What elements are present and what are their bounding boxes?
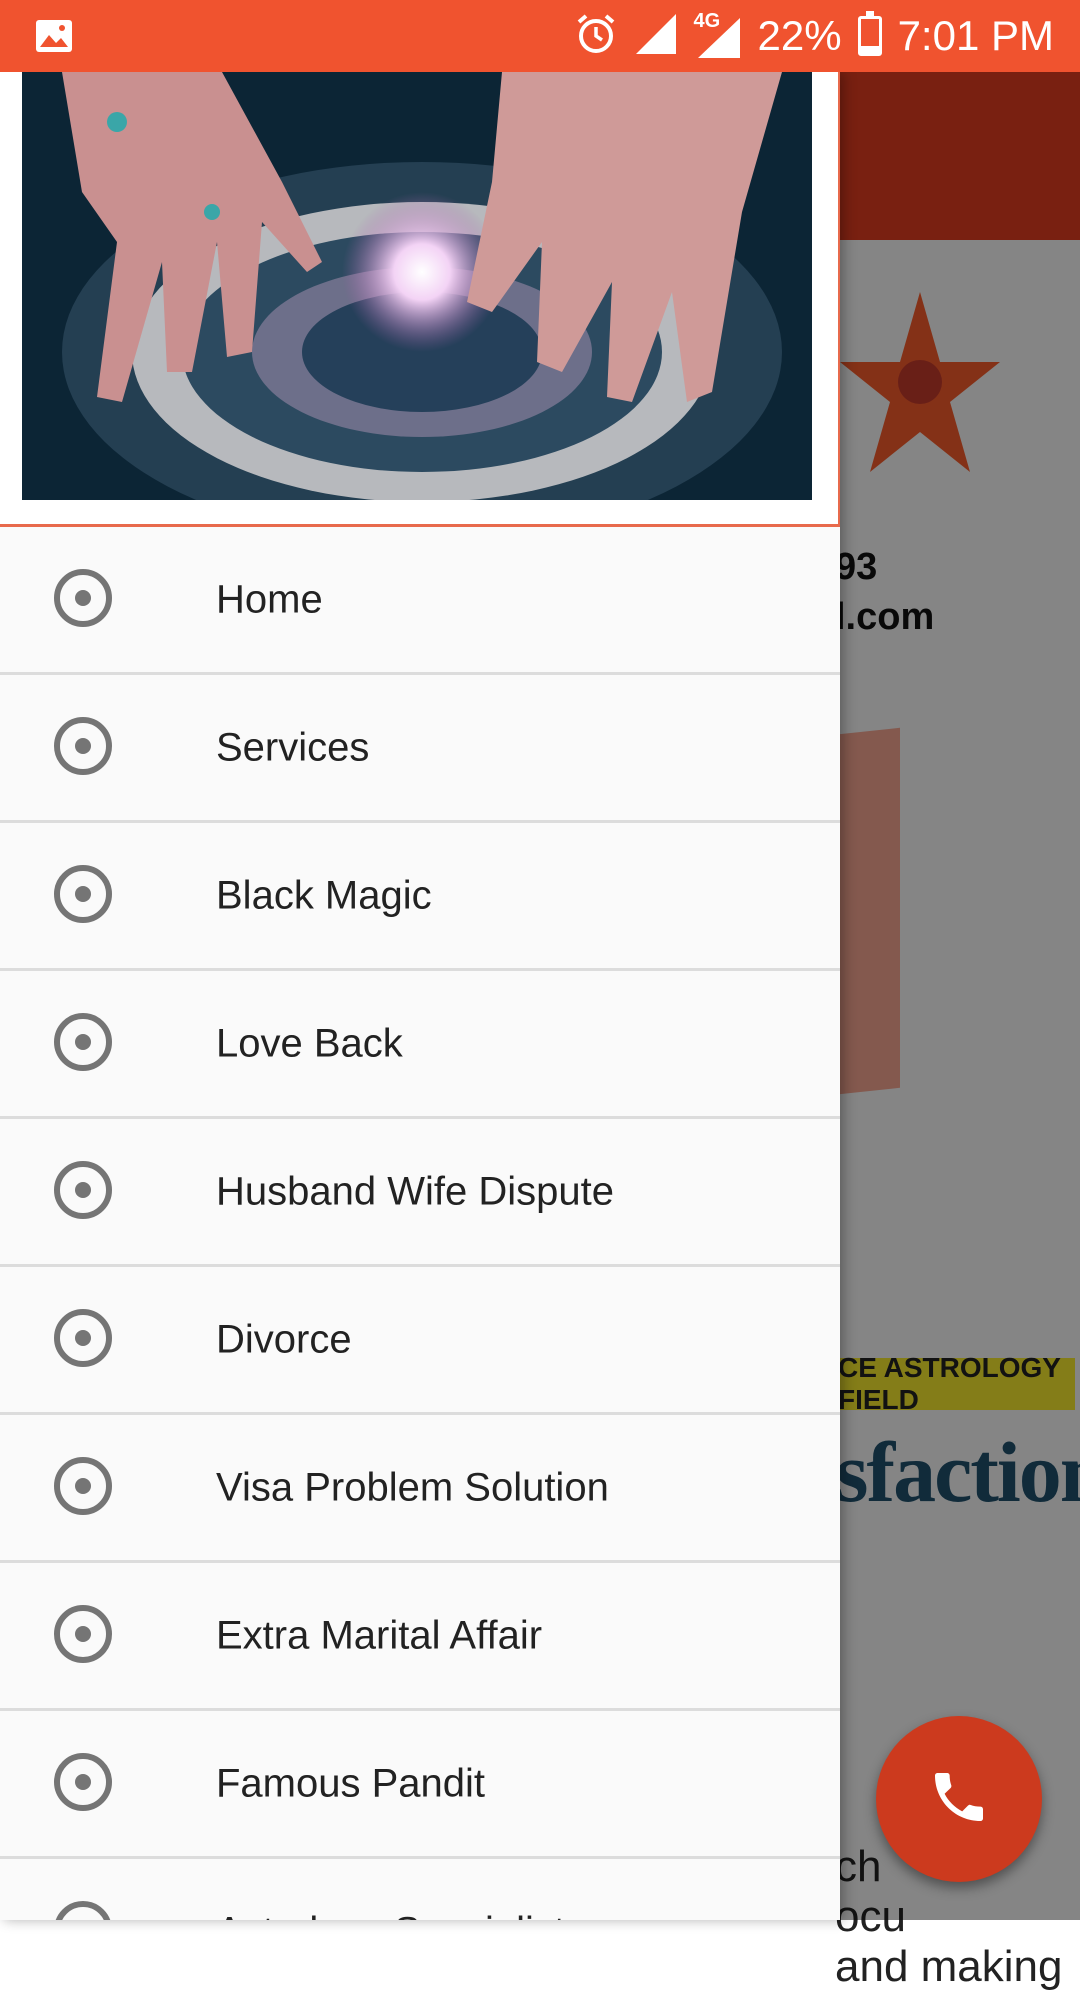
network-type-label: 4G — [693, 10, 721, 32]
radio-button-icon — [54, 717, 112, 775]
drawer-header — [0, 72, 840, 527]
navigation-drawer: Home Services Black Magic Love Back Husb… — [0, 72, 840, 1920]
menu-item-label: Astrology Specialist — [216, 1909, 565, 1920]
radio-button-icon — [54, 865, 112, 923]
radio-button-icon — [54, 1161, 112, 1219]
menu-item-extra-marital-affair[interactable]: Extra Marital Affair — [0, 1563, 840, 1711]
menu-item-label: Divorce — [216, 1317, 352, 1361]
menu-item-love-back[interactable]: Love Back — [0, 971, 840, 1119]
menu-item-black-magic[interactable]: Black Magic — [0, 823, 840, 971]
menu-item-famous-pandit[interactable]: Famous Pandit — [0, 1711, 840, 1859]
menu-item-label: Husband Wife Dispute — [216, 1169, 614, 1213]
radio-button-icon — [54, 569, 112, 627]
radio-button-icon — [54, 1901, 112, 1920]
drawer-menu: Home Services Black Magic Love Back Husb… — [0, 527, 840, 1920]
signal-icon — [634, 12, 678, 61]
menu-item-astrology-specialist[interactable]: Astrology Specialist — [0, 1859, 840, 1920]
menu-item-husband-wife-dispute[interactable]: Husband Wife Dispute — [0, 1119, 840, 1267]
menu-item-label: Love Back — [216, 1021, 403, 1065]
menu-item-label: Visa Problem Solution — [216, 1465, 609, 1509]
call-button[interactable] — [876, 1716, 1042, 1882]
network-4g-signal-icon: 4G — [693, 10, 742, 60]
menu-item-label: Services — [216, 725, 370, 769]
status-bar: 4G 22% 7:01 PM — [0, 0, 1080, 72]
menu-item-label: Famous Pandit — [216, 1761, 486, 1805]
menu-item-label: Extra Marital Affair — [216, 1613, 543, 1657]
menu-item-services[interactable]: Services — [0, 675, 840, 823]
phone-icon — [927, 1765, 991, 1834]
menu-item-label: Home — [216, 577, 323, 621]
radio-button-icon — [54, 1309, 112, 1367]
menu-item-visa-problem-solution[interactable]: Visa Problem Solution — [0, 1415, 840, 1563]
menu-item-divorce[interactable]: Divorce — [0, 1267, 840, 1415]
radio-button-icon — [54, 1753, 112, 1811]
radio-button-icon — [54, 1605, 112, 1663]
image-icon — [34, 16, 74, 56]
battery-icon — [857, 11, 882, 56]
alarm-icon — [574, 12, 618, 61]
menu-item-home[interactable]: Home — [0, 527, 840, 675]
battery-percent: 22% — [757, 12, 842, 59]
radio-button-icon — [54, 1013, 112, 1071]
crystal-ball-hands-zodiac-image — [22, 72, 812, 500]
menu-item-label: Black Magic — [216, 873, 432, 917]
clock: 7:01 PM — [897, 12, 1054, 59]
radio-button-icon — [54, 1457, 112, 1515]
